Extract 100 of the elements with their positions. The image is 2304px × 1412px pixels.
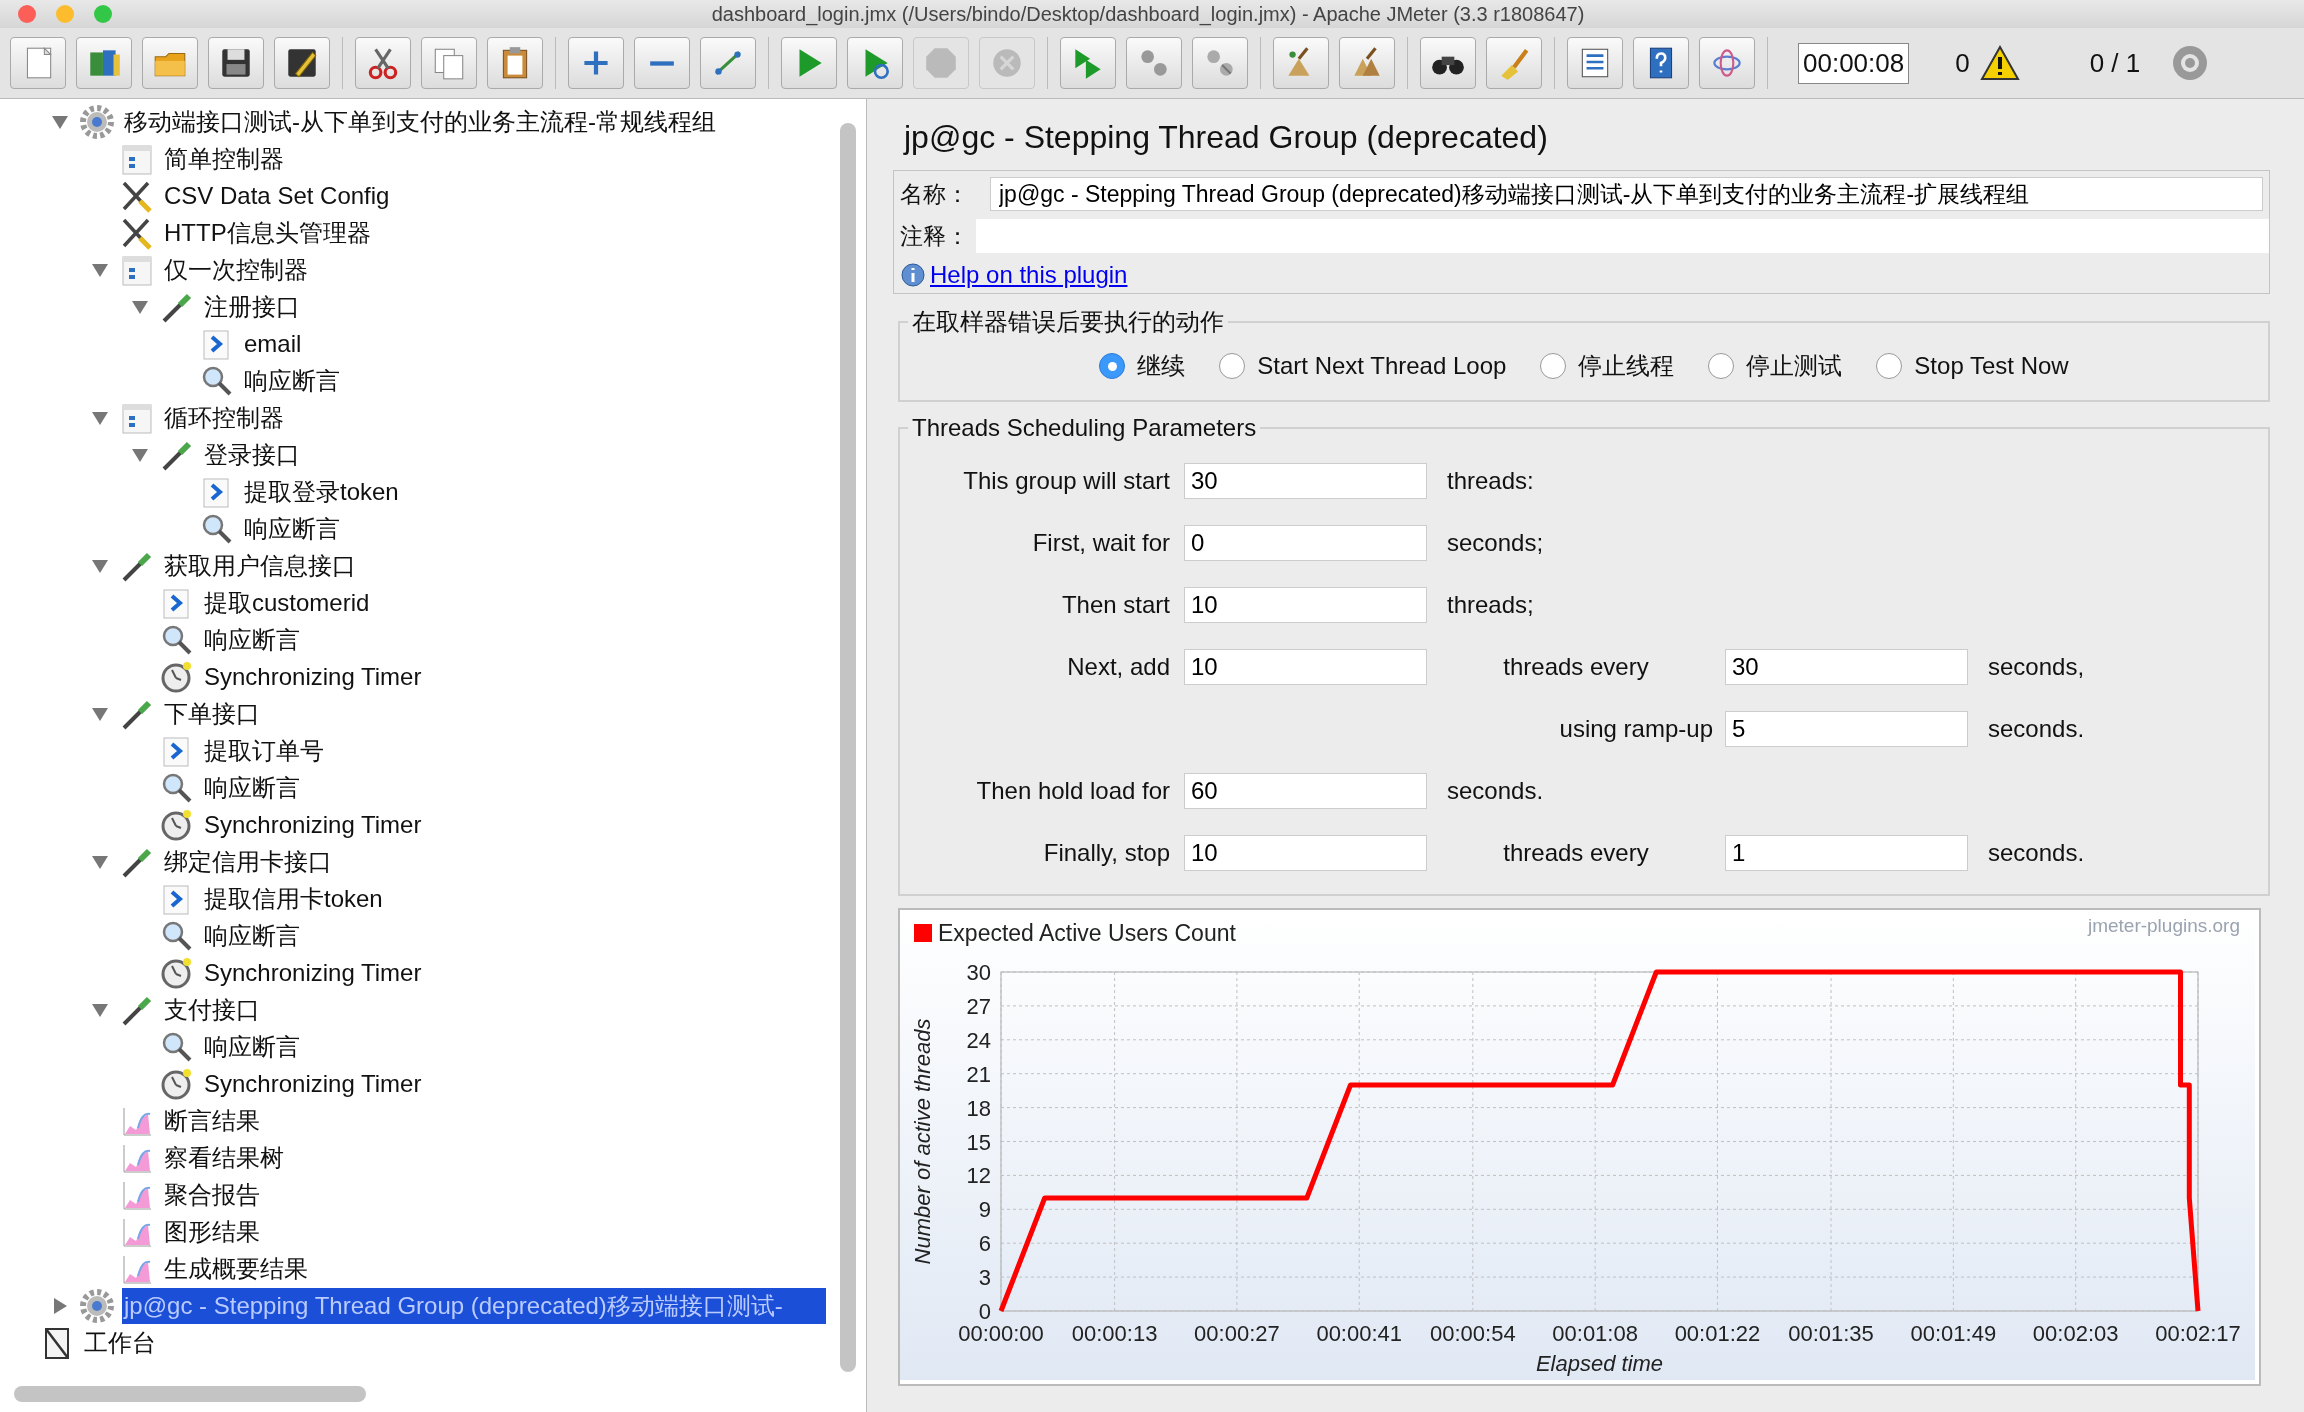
tree-item[interactable]: 响应断言: [202, 917, 302, 954]
tree-item[interactable]: HTTP信息头管理器: [162, 214, 373, 251]
y-tick-label: 12: [966, 1163, 991, 1189]
log-button[interactable]: [1699, 37, 1755, 89]
tree-item[interactable]: 支付接口: [162, 991, 262, 1028]
tree-item[interactable]: 仅一次控制器: [162, 251, 310, 288]
tree-item[interactable]: 响应断言: [202, 621, 302, 658]
copy-button[interactable]: [421, 37, 477, 89]
y-tick-label: 18: [966, 1095, 991, 1121]
number-field[interactable]: 10: [1184, 587, 1427, 623]
tree-item[interactable]: 生成概要结果: [162, 1250, 310, 1287]
radio-option[interactable]: Start Next Thread Loop: [1219, 350, 1507, 382]
x-tick-label: 00:00:27: [1194, 1321, 1280, 1346]
collapse-button[interactable]: [634, 37, 690, 89]
tree-item[interactable]: 提取登录token: [242, 473, 401, 510]
magnifier-icon: [202, 514, 232, 543]
tools-icon: [122, 217, 152, 250]
dropper-icon: [122, 848, 152, 877]
tree-item[interactable]: 移动端接口测试-从下单到支付的业务主流程-常规线程组: [122, 103, 718, 140]
tree-item[interactable]: Synchronizing Timer: [202, 1067, 424, 1100]
radio-option[interactable]: 继续: [1099, 350, 1186, 382]
number-field[interactable]: 10: [1184, 835, 1427, 871]
tree-item[interactable]: 循环控制器: [162, 399, 286, 436]
comment-field[interactable]: [976, 219, 2269, 253]
tree-item[interactable]: 简单控制器: [162, 140, 286, 177]
magnifier-icon: [162, 921, 192, 950]
warning-icon[interactable]: [1979, 45, 2020, 81]
x-tick-label: 00:01:08: [1552, 1321, 1638, 1346]
number-field[interactable]: 1: [1725, 835, 1968, 871]
tree-item[interactable]: 下单接口: [162, 695, 262, 732]
radio-option[interactable]: 停止线程: [1540, 350, 1675, 382]
number-field[interactable]: 0: [1184, 525, 1427, 561]
tree-item[interactable]: 提取信用卡token: [202, 880, 385, 917]
tree-item[interactable]: 获取用户信息接口: [162, 547, 358, 584]
y-tick-label: 0: [978, 1299, 991, 1324]
tree-item[interactable]: 响应断言: [202, 769, 302, 806]
start-button[interactable]: [781, 37, 837, 89]
number-field[interactable]: 5: [1725, 711, 1968, 747]
tree-item[interactable]: 响应断言: [242, 362, 342, 399]
number-field[interactable]: 30: [1725, 649, 1968, 685]
start-no-pause-button[interactable]: [847, 37, 903, 89]
tree-item[interactable]: Synchronizing Timer: [202, 660, 424, 693]
tree-item[interactable]: 绑定信用卡接口: [162, 843, 334, 880]
dropper-icon: [162, 293, 192, 322]
tree-item[interactable]: CSV Data Set Config: [162, 179, 392, 212]
field-label: threads every: [1502, 653, 1650, 681]
tree-item[interactable]: 断言结果: [162, 1102, 262, 1139]
tree-item[interactable]: 察看结果树: [162, 1139, 286, 1176]
unit-label: threads;: [1446, 591, 1535, 619]
number-field[interactable]: 30: [1184, 463, 1427, 499]
graph-icon: [123, 1181, 152, 1209]
tree-item[interactable]: 提取customerid: [202, 584, 372, 621]
tree-item[interactable]: Synchronizing Timer: [202, 956, 424, 989]
reset-search-button[interactable]: [1486, 37, 1542, 89]
error-count: 0: [1955, 47, 1970, 79]
expand-button[interactable]: [568, 37, 624, 89]
tree-item[interactable]: Synchronizing Timer: [202, 808, 424, 841]
save-as-button[interactable]: [274, 37, 330, 89]
cut-button[interactable]: [355, 37, 411, 89]
clear-button[interactable]: [1273, 37, 1329, 89]
function-helper-button[interactable]: [1567, 37, 1623, 89]
elapsed-time: 00:00:08: [1798, 42, 1910, 84]
collapsed-arrow-icon[interactable]: [51, 1296, 69, 1315]
y-tick-label: 24: [966, 1027, 991, 1053]
name-field[interactable]: jp@gc - Stepping Thread Group (deprecated)移动端接口测试-从下单到支付的业务主流程-扩展线程组: [990, 177, 2263, 211]
tree-item[interactable]: 响应断言: [242, 510, 342, 547]
tree-item[interactable]: 提取订单号: [202, 732, 326, 769]
tree-item[interactable]: 登录接口: [202, 436, 302, 473]
x-tick-label: 00:01:35: [1788, 1321, 1874, 1346]
tree-item[interactable]: 聚合报告: [162, 1176, 262, 1213]
new-button[interactable]: [10, 37, 66, 89]
unit-label: seconds.: [1446, 777, 1545, 805]
number-field[interactable]: 60: [1184, 773, 1427, 809]
tree-item[interactable]: email: [242, 327, 304, 360]
templates-button[interactable]: [76, 37, 132, 89]
scrollbar[interactable]: [14, 1386, 366, 1402]
tree-item[interactable]: jp@gc - Stepping Thread Group (deprecated)移动端接口测试-: [122, 1287, 826, 1324]
help-button[interactable]: [1633, 37, 1689, 89]
field-label: Finally, stop: [1042, 839, 1171, 867]
controller-icon: [122, 404, 152, 433]
dropper-icon: [122, 996, 152, 1025]
remote-start-button[interactable]: [1060, 37, 1116, 89]
clear-all-button[interactable]: [1339, 37, 1395, 89]
tree-item[interactable]: 工作台: [82, 1324, 158, 1361]
tree-item[interactable]: 注册接口: [202, 288, 302, 325]
number-field[interactable]: 10: [1184, 649, 1427, 685]
close-button[interactable]: [18, 5, 36, 23]
save-button[interactable]: [208, 37, 264, 89]
y-tick-label: 6: [978, 1231, 991, 1257]
radio-option[interactable]: Stop Test Now: [1876, 350, 2069, 382]
graph-icon: [123, 1107, 152, 1135]
help-link[interactable]: Help on this plugin: [930, 261, 1128, 289]
tree-item[interactable]: 响应断言: [202, 1028, 302, 1065]
search-button[interactable]: [1420, 37, 1476, 89]
remote-stop-button[interactable]: [1126, 37, 1182, 89]
toggle-button[interactable]: [700, 37, 756, 89]
radio-option[interactable]: 停止测试: [1708, 350, 1843, 382]
paste-button[interactable]: [487, 37, 543, 89]
tree-item[interactable]: 图形结果: [162, 1213, 262, 1250]
scrollbar[interactable]: [840, 123, 856, 1372]
